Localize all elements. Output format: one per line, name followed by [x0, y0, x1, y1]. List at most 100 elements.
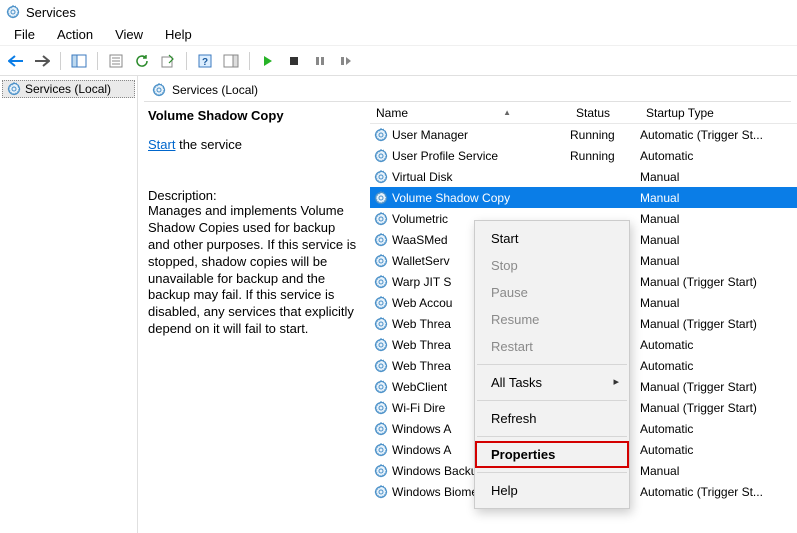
- ctx-restart[interactable]: Restart: [475, 333, 629, 360]
- service-name: Wi-Fi Dire: [392, 401, 445, 415]
- service-startup: Automatic: [640, 422, 797, 436]
- service-name: Web Accou: [392, 296, 452, 310]
- stop-service-button[interactable]: [282, 49, 306, 73]
- service-startup: Automatic: [640, 338, 797, 352]
- export-list-button[interactable]: [156, 49, 180, 73]
- list-header: Name ▲ Status Startup Type: [370, 102, 797, 124]
- service-icon: [374, 191, 388, 205]
- properties-button[interactable]: [104, 49, 128, 73]
- ctx-all-tasks[interactable]: All Tasks: [475, 369, 629, 396]
- ctx-resume[interactable]: Resume: [475, 306, 629, 333]
- service-icon: [374, 422, 388, 436]
- pane-header-label: Services (Local): [172, 83, 258, 97]
- menu-action[interactable]: Action: [47, 25, 103, 44]
- service-icon: [374, 233, 388, 247]
- tree-root-services[interactable]: Services (Local): [2, 80, 135, 98]
- service-icon: [374, 485, 388, 499]
- service-icon: [374, 317, 388, 331]
- service-startup: Automatic: [640, 149, 797, 163]
- service-icon: [374, 149, 388, 163]
- column-startup[interactable]: Startup Type: [640, 102, 797, 123]
- service-startup: Automatic: [640, 359, 797, 373]
- detail-column: Volume Shadow Copy Start the service Des…: [138, 102, 370, 533]
- service-icon: [374, 254, 388, 268]
- ctx-start[interactable]: Start: [475, 225, 629, 252]
- show-hide-action-pane-button[interactable]: [219, 49, 243, 73]
- service-name: Virtual Disk: [392, 170, 452, 184]
- service-name: User Manager: [392, 128, 468, 142]
- service-name: Web Threa: [392, 317, 451, 331]
- detail-description-text: Manages and implements Volume Shadow Cop…: [148, 203, 360, 338]
- service-icon: [374, 170, 388, 184]
- service-startup: Manual (Trigger Start): [640, 317, 797, 331]
- service-startup: Manual (Trigger Start): [640, 401, 797, 415]
- start-service-button[interactable]: [256, 49, 280, 73]
- refresh-button[interactable]: [130, 49, 154, 73]
- service-name: Windows Backup: [392, 464, 484, 478]
- detail-service-name: Volume Shadow Copy: [148, 108, 360, 123]
- service-name: WalletServ: [392, 254, 450, 268]
- service-icon: [374, 401, 388, 415]
- window-title: Services: [26, 5, 76, 20]
- service-icon: [374, 359, 388, 373]
- tree-pane: Services (Local): [0, 76, 138, 533]
- pane-header: Services (Local): [144, 78, 791, 102]
- service-icon: [374, 275, 388, 289]
- titlebar: Services: [0, 0, 797, 24]
- show-hide-tree-button[interactable]: [67, 49, 91, 73]
- services-icon: [152, 83, 166, 97]
- ctx-stop[interactable]: Stop: [475, 252, 629, 279]
- service-name: WaaSMed: [392, 233, 448, 247]
- service-icon: [374, 443, 388, 457]
- service-row[interactable]: Virtual DiskManual: [370, 166, 797, 187]
- service-name: Volume Shadow Copy: [392, 191, 510, 205]
- service-row[interactable]: User Manager RunningAutomatic (Trigger St…: [370, 124, 797, 145]
- service-startup: Automatic: [640, 443, 797, 457]
- service-startup: Manual (Trigger Start): [640, 380, 797, 394]
- start-service-suffix: the service: [179, 137, 242, 152]
- start-service-link[interactable]: Start: [148, 137, 175, 152]
- service-name: User Profile Service: [392, 149, 498, 163]
- services-icon: [7, 82, 21, 96]
- column-status[interactable]: Status: [570, 102, 640, 123]
- ctx-refresh[interactable]: Refresh: [475, 405, 629, 432]
- detail-start-line: Start the service: [148, 137, 360, 152]
- service-icon: [374, 380, 388, 394]
- service-startup: Automatic (Trigger St...: [640, 485, 797, 499]
- right-pane: Services (Local) Volume Shadow Copy Star…: [138, 76, 797, 533]
- service-name: Warp JIT S: [392, 275, 451, 289]
- app-icon: [6, 5, 20, 19]
- service-status: Running: [570, 128, 640, 142]
- service-row[interactable]: User Profile Service RunningAutomatic: [370, 145, 797, 166]
- forward-button[interactable]: [30, 49, 54, 73]
- service-name: Web Threa: [392, 338, 451, 352]
- help-button[interactable]: ?: [193, 49, 217, 73]
- menu-view[interactable]: View: [105, 25, 153, 44]
- service-row[interactable]: Volume Shadow Copy Manual: [370, 187, 797, 208]
- content-area: Services (Local) Services (Local) Volume…: [0, 76, 797, 533]
- service-startup: Automatic (Trigger St...: [640, 128, 797, 142]
- service-icon: [374, 338, 388, 352]
- sort-indicator-icon: ▲: [503, 108, 511, 117]
- service-startup: Manual: [640, 212, 797, 226]
- context-menu: Start Stop Pause Resume Restart All Task…: [474, 220, 630, 509]
- service-startup: Manual: [640, 464, 797, 478]
- ctx-properties[interactable]: Properties: [475, 441, 629, 468]
- ctx-pause[interactable]: Pause: [475, 279, 629, 306]
- svg-text:?: ?: [202, 57, 208, 68]
- back-button[interactable]: [4, 49, 28, 73]
- column-name[interactable]: Name ▲: [370, 102, 570, 123]
- service-name: Web Threa: [392, 359, 451, 373]
- service-startup: Manual: [640, 191, 797, 205]
- service-icon: [374, 212, 388, 226]
- detail-description-label: Description:: [148, 188, 360, 203]
- ctx-help[interactable]: Help: [475, 477, 629, 504]
- restart-service-button[interactable]: [334, 49, 358, 73]
- pause-service-button[interactable]: [308, 49, 332, 73]
- menu-help[interactable]: Help: [155, 25, 202, 44]
- service-name: Windows A: [392, 443, 451, 457]
- service-status: Running: [570, 149, 640, 163]
- menu-file[interactable]: File: [4, 25, 45, 44]
- service-name: WebClient: [392, 380, 447, 394]
- service-startup: Manual: [640, 296, 797, 310]
